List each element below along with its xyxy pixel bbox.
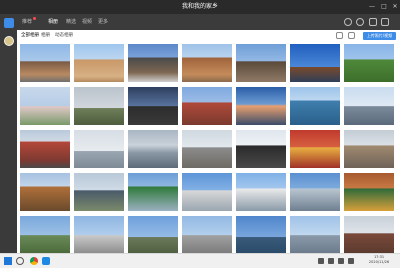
photo-thumbnail[interactable] (128, 130, 178, 168)
screen-icon[interactable] (369, 18, 377, 26)
avatar[interactable] (4, 36, 14, 46)
minimize-icon[interactable]: — (368, 2, 376, 11)
photo-thumbnail[interactable] (182, 44, 232, 82)
top-nav: 推荐 相册 精选 视频 更多 (0, 14, 400, 30)
photo-thumbnail[interactable] (344, 173, 394, 211)
photo-thumbnail[interactable] (344, 87, 394, 125)
search-icon[interactable] (16, 257, 24, 265)
ime-icon[interactable] (348, 258, 354, 264)
nav-item-label: 推荐 (22, 19, 33, 25)
photo-thumbnail[interactable] (290, 216, 340, 253)
photo-thumbnail[interactable] (236, 87, 286, 125)
photo-thumbnail[interactable] (236, 44, 286, 82)
photo-thumbnail[interactable] (344, 130, 394, 168)
tray-icon[interactable] (318, 258, 324, 264)
taskbar: 17:31 2020/11/26 (0, 253, 400, 268)
photo-thumbnail[interactable] (20, 130, 70, 168)
photo-thumbnail[interactable] (128, 44, 178, 82)
windows-start-icon[interactable] (4, 257, 12, 265)
nav-item-video[interactable]: 视频 (82, 17, 92, 27)
photo-thumbnail[interactable] (236, 173, 286, 211)
tab-album[interactable]: 相册 (41, 32, 50, 40)
tab-dynamic-album[interactable]: 动态相册 (55, 32, 73, 40)
photo-thumbnail[interactable] (20, 87, 70, 125)
notification-badge (33, 17, 37, 20)
photo-thumbnail[interactable] (290, 44, 340, 82)
nav-item-more[interactable]: 更多 (98, 17, 108, 27)
upload-button[interactable]: 上传照片/视频 (363, 32, 396, 40)
clock-date: 2020/11/26 (368, 260, 390, 264)
photo-thumbnail[interactable] (74, 44, 124, 82)
left-sidebar (0, 14, 17, 253)
app-logo-icon[interactable] (4, 18, 14, 28)
select-icon[interactable] (348, 32, 355, 39)
volume-icon[interactable] (338, 258, 344, 264)
photo-thumbnail[interactable] (182, 130, 232, 168)
phone-icon[interactable] (344, 18, 352, 26)
network-icon[interactable] (328, 258, 334, 264)
sort-icon[interactable] (336, 32, 343, 39)
photo-thumbnail[interactable] (20, 44, 70, 82)
photo-thumbnail[interactable] (74, 173, 124, 211)
photo-thumbnail[interactable] (128, 216, 178, 253)
nav-item-featured[interactable]: 精选 (66, 17, 76, 27)
photo-thumbnail[interactable] (290, 130, 340, 168)
app-icon[interactable] (42, 257, 50, 265)
photo-thumbnail[interactable] (128, 87, 178, 125)
nav-item-label: 精选 (66, 19, 77, 25)
maximize-icon[interactable]: □ (380, 2, 388, 11)
photo-thumbnail[interactable] (182, 216, 232, 253)
photo-thumbnail[interactable] (236, 216, 286, 253)
photo-thumbnail[interactable] (290, 87, 340, 125)
album-toolbar: 全部相册 相册 动态相册 上传照片/视频 (17, 30, 400, 42)
photo-thumbnail[interactable] (74, 87, 124, 125)
photo-thumbnail[interactable] (182, 87, 232, 125)
chrome-icon[interactable] (30, 257, 38, 265)
close-icon[interactable]: ✕ (391, 2, 399, 11)
clock[interactable]: 17:31 2020/11/26 (366, 255, 392, 265)
photo-grid (20, 44, 396, 253)
photo-thumbnail[interactable] (344, 44, 394, 82)
photo-thumbnail[interactable] (20, 216, 70, 253)
photo-thumbnail[interactable] (236, 130, 286, 168)
nav-item-recommend[interactable]: 推荐 (22, 17, 37, 27)
photo-thumbnail[interactable] (74, 216, 124, 253)
chat-icon[interactable] (356, 18, 364, 26)
photo-thumbnail[interactable] (74, 130, 124, 168)
nav-item-label: 相册 (48, 19, 59, 25)
settings-icon[interactable] (381, 18, 389, 26)
photo-thumbnail[interactable] (182, 173, 232, 211)
window-title: 我和我的家乡 (181, 3, 218, 10)
tab-all-albums[interactable]: 全部相册 (21, 32, 39, 40)
nav-item-label: 更多 (98, 19, 109, 25)
photo-thumbnail[interactable] (128, 173, 178, 211)
photo-thumbnail[interactable] (290, 173, 340, 211)
nav-item-label: 视频 (82, 19, 93, 25)
nav-item-album[interactable]: 相册 (48, 17, 58, 27)
title-bar: 我和我的家乡 — □ ✕ (0, 0, 400, 14)
photo-thumbnail[interactable] (344, 216, 394, 253)
photo-thumbnail[interactable] (20, 173, 70, 211)
